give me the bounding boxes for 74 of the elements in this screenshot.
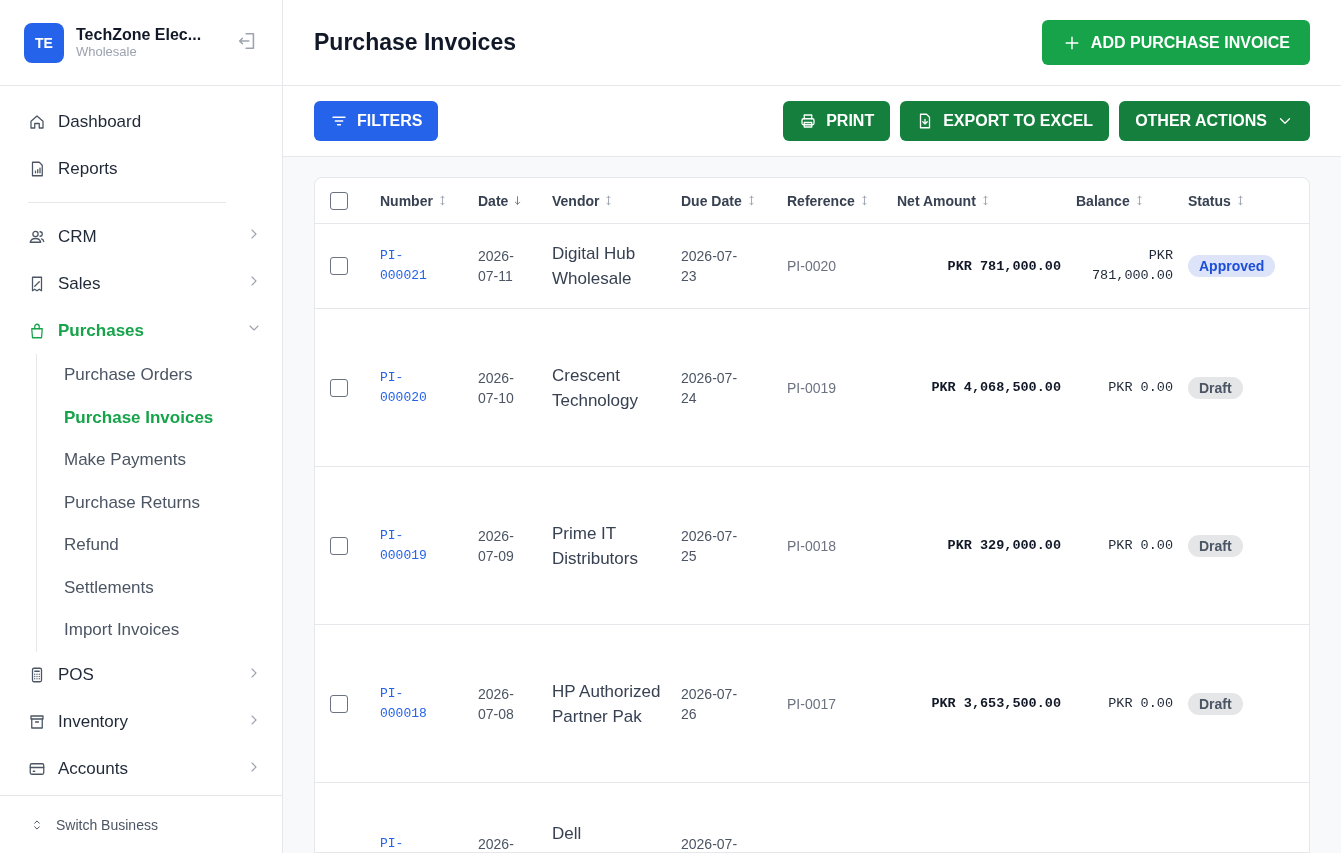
checkbox[interactable] bbox=[330, 536, 348, 555]
checkbox[interactable] bbox=[330, 191, 348, 210]
archive-icon bbox=[28, 713, 46, 731]
invoice-number-link[interactable]: PI-000021 bbox=[380, 246, 440, 286]
reference-cell: PI-0018 bbox=[787, 537, 837, 554]
business-logo: TE bbox=[24, 22, 64, 63]
nav-subitem[interactable]: Purchase Orders bbox=[64, 354, 262, 397]
column-header[interactable]: Balance bbox=[1076, 192, 1130, 209]
nav-item[interactable]: Dashboard bbox=[28, 98, 262, 145]
due-date-cell-text: 2026-07-24 bbox=[681, 368, 739, 408]
nav-subitem[interactable]: Refund bbox=[64, 524, 262, 567]
date-cell-text: 2026-07-11 bbox=[478, 247, 515, 286]
page-title: Purchase Invoices bbox=[314, 29, 516, 56]
nav-item[interactable]: CRM bbox=[28, 213, 262, 260]
vendor-cell-text: Prime IT Distributors bbox=[552, 522, 639, 570]
nav-item[interactable]: POS bbox=[28, 651, 262, 699]
vendor-cell-text: Crescent Technology bbox=[552, 364, 639, 412]
nav-subitem[interactable]: Import Invoices bbox=[64, 609, 262, 652]
net-amount-cell: PKR 329,000.00 bbox=[947, 538, 1061, 553]
column-header[interactable]: Net Amount bbox=[897, 192, 976, 209]
vendor-cell-text: HP Authorized Partner Pak bbox=[552, 680, 662, 728]
bag-icon bbox=[28, 321, 46, 340]
date-cell-text: 2026-07-10 bbox=[478, 368, 515, 408]
printer-icon bbox=[799, 112, 818, 130]
nav-subitem[interactable]: Settlements bbox=[64, 566, 262, 609]
invoice-number-link[interactable]: PI- bbox=[380, 835, 440, 852]
nav-item[interactable]: Inventory bbox=[28, 698, 262, 746]
business-type: Wholesale bbox=[76, 44, 138, 59]
due-date-cell-text: 2026-07-25 bbox=[681, 526, 739, 566]
net-amount-cell: PKR 4,068,500.00 bbox=[931, 380, 1061, 395]
reference-cell: PI-0020 bbox=[787, 258, 837, 274]
due-date-cell-text: 2026-07- bbox=[681, 835, 739, 852]
column-header[interactable]: Number bbox=[380, 192, 433, 209]
nav-item[interactable]: Accounts bbox=[28, 745, 262, 793]
nav-subitem[interactable]: Make Payments bbox=[64, 439, 262, 482]
status-badge: Draft bbox=[1188, 534, 1243, 557]
reference-cell: PI-0019 bbox=[787, 379, 837, 396]
filters-button[interactable]: FILTERS bbox=[314, 101, 439, 141]
checkbox[interactable] bbox=[330, 257, 348, 275]
net-amount-cell: PKR 3,653,500.00 bbox=[931, 696, 1061, 711]
column-header[interactable]: Reference bbox=[787, 192, 855, 209]
balance-cell-text: PKR 0.00 bbox=[1108, 378, 1174, 397]
due-date-cell-text: 2026-07-26 bbox=[681, 684, 739, 724]
column-header[interactable]: Vendor bbox=[552, 192, 600, 209]
date-cell-text: 2026-07-08 bbox=[478, 684, 515, 724]
due-date-cell-text: 2026-07-23 bbox=[681, 247, 739, 286]
status-badge: Draft bbox=[1188, 692, 1243, 715]
date-cell-text: 2026- bbox=[478, 835, 515, 852]
vendor-cell-text: Dell bbox=[552, 823, 583, 845]
card-icon bbox=[28, 760, 46, 778]
nav-subitem[interactable]: Purchase Returns bbox=[64, 481, 262, 524]
balance-cell-text: PKR 0.00 bbox=[1108, 536, 1174, 555]
nav-item[interactable]: Reports bbox=[28, 145, 262, 192]
invoice-number-link[interactable]: PI-000019 bbox=[380, 525, 440, 566]
column-header[interactable]: Status bbox=[1188, 192, 1231, 209]
action-button[interactable]: PRINT bbox=[783, 101, 891, 141]
invoice-number-link[interactable]: PI-000018 bbox=[380, 683, 440, 724]
business-name: TechZone Elec... bbox=[76, 26, 203, 44]
nav-item[interactable]: Sales bbox=[28, 260, 262, 307]
action-button[interactable]: OTHER ACTIONS bbox=[1119, 101, 1310, 141]
balance-cell-text: PKR 0.00 bbox=[1108, 694, 1174, 713]
status-badge: Approved bbox=[1188, 255, 1276, 277]
date-cell-text: 2026-07-09 bbox=[478, 526, 515, 566]
balance-cell-text: PKR 781,000.00 bbox=[1091, 247, 1174, 285]
reference-cell: PI-0017 bbox=[787, 695, 837, 712]
status-badge: Draft bbox=[1188, 376, 1243, 399]
action-button[interactable]: EXPORT TO EXCEL bbox=[900, 101, 1110, 141]
net-amount-cell: PKR 781,000.00 bbox=[947, 258, 1061, 274]
checkbox[interactable] bbox=[330, 694, 348, 713]
column-header[interactable]: Date bbox=[478, 192, 509, 209]
vendor-cell-text: Digital Hub Wholesale bbox=[552, 243, 637, 290]
column-header[interactable]: Due Date bbox=[681, 192, 742, 209]
checkbox[interactable] bbox=[330, 378, 348, 397]
invoice-number-link[interactable]: PI-000020 bbox=[380, 367, 440, 408]
